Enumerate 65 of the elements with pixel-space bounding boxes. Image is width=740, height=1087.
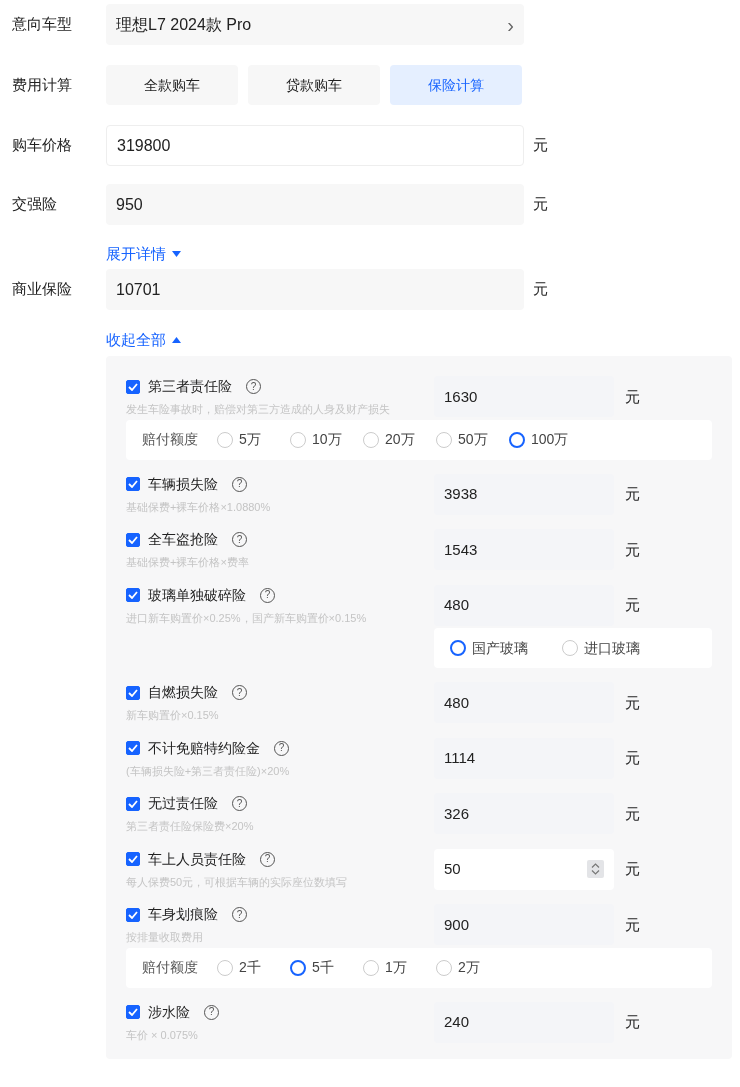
unit-label: 元 <box>625 1012 640 1032</box>
calc-tab[interactable]: 全款购车 <box>106 65 238 105</box>
checkbox[interactable] <box>126 532 140 547</box>
radio-option[interactable]: 100万 <box>509 429 582 450</box>
unit-label: 元 <box>625 692 640 713</box>
insurance-name: 自燃损失险 <box>148 683 218 702</box>
checkbox[interactable] <box>126 1005 140 1019</box>
radio-option[interactable]: 国产玻璃 <box>450 637 562 659</box>
caret-down-icon <box>172 250 181 257</box>
compulsory-input[interactable]: 950 <box>106 184 524 225</box>
insurance-name: 不计免赔特约险金 <box>148 738 260 758</box>
calc-tab[interactable]: 保险计算 <box>390 65 522 105</box>
commercial-input[interactable]: 10701 <box>106 269 524 310</box>
radio-option[interactable]: 2千 <box>217 957 290 978</box>
option-label: 赔付额度 <box>142 958 198 977</box>
calc-tab[interactable]: 贷款购车 <box>248 65 380 105</box>
insurance-name: 全车盗抢险 <box>148 530 218 549</box>
collapse-link[interactable]: 收起全部 <box>106 332 181 347</box>
checkbox[interactable] <box>126 852 140 866</box>
checkbox[interactable] <box>126 379 140 394</box>
insurance-name: 涉水险 <box>148 1002 190 1022</box>
field-label: 交强险 <box>11 194 58 215</box>
radio-option[interactable]: 20万 <box>363 429 436 450</box>
radio-option[interactable]: 进口玻璃 <box>562 637 674 659</box>
expand-link[interactable]: 展开详情 <box>106 246 181 261</box>
unit-label: 元 <box>625 803 640 824</box>
radio-option[interactable]: 50万 <box>436 429 509 450</box>
checkbox[interactable] <box>126 907 140 922</box>
caret-up-icon <box>172 336 181 343</box>
radio-option[interactable]: 10万 <box>290 429 363 450</box>
radio-option[interactable]: 5千 <box>290 957 363 978</box>
unit-label: 元 <box>533 279 548 300</box>
radio-option[interactable]: 5万 <box>217 429 290 450</box>
option-label: 赔付额度 <box>142 430 198 449</box>
radio-option[interactable]: 2万 <box>436 957 509 978</box>
radio-option[interactable]: 1万 <box>363 957 436 978</box>
unit-label: 元 <box>533 194 548 215</box>
chevron-icon: › <box>507 9 514 40</box>
model-select[interactable]: 理想L7 2024款 Pro › <box>106 4 524 45</box>
spinner-icon[interactable] <box>587 860 604 879</box>
field-label: 意向车型 <box>11 14 73 35</box>
insurance-name: 车上人员责任险 <box>148 849 246 869</box>
field-label: 商业保险 <box>11 279 73 300</box>
unit-label: 元 <box>625 914 640 935</box>
checkbox[interactable] <box>126 685 140 700</box>
insurance-name: 玻璃单独破碎险 <box>148 585 246 605</box>
insurance-name: 车身划痕险 <box>148 905 218 924</box>
insurance-name: 车辆损失险 <box>148 474 218 494</box>
unit-label: 元 <box>625 859 640 879</box>
unit-label: 元 <box>533 135 548 156</box>
field-label: 购车价格 <box>11 135 73 156</box>
number-input[interactable]: 50 <box>434 848 614 890</box>
field-label: 费用计算 <box>11 74 73 95</box>
unit-label: 元 <box>625 748 640 768</box>
checkbox[interactable] <box>126 588 140 602</box>
insurance-name: 无过责任险 <box>148 794 218 813</box>
price-input[interactable]: 319800 <box>106 125 524 166</box>
checkbox[interactable] <box>126 741 140 755</box>
checkbox[interactable] <box>126 796 140 811</box>
unit-label: 元 <box>625 539 640 560</box>
unit-label: 元 <box>625 386 640 407</box>
insurance-name: 第三者责任险 <box>148 377 232 396</box>
checkbox[interactable] <box>126 477 140 491</box>
unit-label: 元 <box>625 484 640 504</box>
unit-label: 元 <box>625 595 640 615</box>
